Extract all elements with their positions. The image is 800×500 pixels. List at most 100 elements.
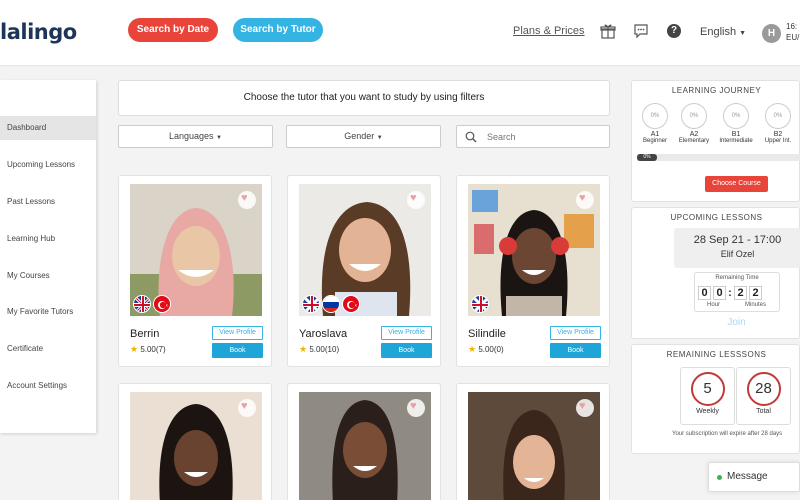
tutor-photo[interactable]: ♥	[299, 392, 431, 500]
rating-value: 5.00(0)	[478, 345, 504, 354]
time-text: 16:	[786, 22, 798, 31]
total-label: Total	[756, 408, 771, 415]
weekly-count: 5	[690, 372, 725, 406]
message-label: Message	[727, 471, 768, 482]
level-b2[interactable]: 0% B2 Upper Int.	[765, 103, 791, 144]
book-button[interactable]: Book	[381, 343, 432, 358]
sidebar-item-dashboard[interactable]: Dashboard	[0, 116, 96, 140]
level-code: B2	[773, 131, 783, 138]
sidebar-item-my-courses[interactable]: My Courses	[0, 264, 96, 288]
favorite-heart-icon[interactable]: ♥	[407, 399, 425, 417]
book-button[interactable]: Book	[550, 343, 601, 358]
join-link[interactable]: Join	[632, 317, 800, 328]
user-avatar[interactable]: H	[762, 24, 781, 43]
sidebar-item-account-settings[interactable]: Account Settings	[0, 374, 96, 398]
language-value: English	[700, 26, 737, 38]
total-count: 28	[746, 372, 781, 406]
favorite-heart-icon[interactable]: ♥	[576, 399, 594, 417]
user-time: 16: EU/	[786, 21, 799, 43]
uk-flag-icon	[133, 295, 151, 313]
sidebar-item-favorite-tutors[interactable]: My Favorite Tutors	[0, 300, 96, 324]
sidebar-item-upcoming-lessons[interactable]: Upcoming Lessons	[0, 153, 96, 177]
top-header: lalingo Search by Date Search by Tutor P…	[0, 0, 800, 66]
level-progress-ring: 0%	[642, 103, 668, 129]
plans-prices-link[interactable]: Plans & Prices	[513, 25, 585, 37]
russia-flag-icon	[322, 295, 340, 313]
tutor-rating: ★ 5.00(0)	[468, 344, 504, 355]
level-b1[interactable]: 0% B1 Intermediate	[719, 103, 753, 144]
favorite-heart-icon[interactable]: ♥	[238, 191, 256, 209]
online-status-dot	[717, 475, 722, 480]
digit: 2	[749, 286, 762, 300]
sidebar: Dashboard Upcoming Lessons Past Lessons …	[0, 80, 96, 433]
tutor-card: ♥ Yaroslava ★ 5.00(10) View Profile Book	[287, 175, 441, 367]
journey-progress-bar: 0%	[637, 154, 800, 161]
chat-icon[interactable]	[633, 23, 649, 39]
tutor-photo[interactable]: ♥	[130, 392, 262, 500]
tutor-card: ♥ Silindile ★ 5.00(0) View Profile Book	[456, 175, 610, 367]
language-flags	[471, 295, 489, 313]
favorite-heart-icon[interactable]: ♥	[238, 399, 256, 417]
view-profile-button[interactable]: View Profile	[381, 326, 432, 340]
search-by-tutor-button[interactable]: Search by Tutor	[233, 18, 323, 42]
countdown-digits: 0 0 : 2 2	[698, 286, 762, 300]
language-select[interactable]: English ▼	[700, 26, 746, 38]
upcoming-lesson-card[interactable]: 28 Sep 21 - 17:00 Elif Ozel	[674, 228, 800, 268]
message-widget[interactable]: Message	[708, 462, 800, 492]
level-name: Intermediate	[719, 138, 753, 144]
gender-dropdown[interactable]: Gender ▼	[286, 125, 441, 148]
tutor-card: ♥	[118, 383, 272, 500]
sidebar-item-past-lessons[interactable]: Past Lessons	[0, 190, 96, 214]
favorite-heart-icon[interactable]: ♥	[576, 191, 594, 209]
level-a1[interactable]: 0% A1 Beginner	[642, 103, 668, 144]
sidebar-item-certificate[interactable]: Certificate	[0, 337, 96, 361]
caret-down-icon: ▼	[739, 30, 747, 37]
level-code: A2	[689, 131, 699, 138]
remaining-time-box: Remaining Time 0 0 : 2 2 Hour Minutes	[694, 272, 780, 312]
panel-title: UPCOMING LESSONS	[670, 213, 763, 222]
book-button[interactable]: Book	[212, 343, 263, 358]
gift-icon[interactable]	[600, 23, 616, 39]
tutor-rating: ★ 5.00(10)	[299, 344, 339, 355]
sidebar-item-learning-hub[interactable]: Learning Hub	[0, 227, 96, 251]
level-progress-ring: 0%	[723, 103, 749, 129]
choose-course-button[interactable]: Choose Course	[705, 176, 768, 192]
search-icon	[465, 131, 477, 143]
subscription-expiry-text: Your subscription will expire after 28 d…	[672, 431, 783, 437]
view-profile-button[interactable]: View Profile	[550, 326, 601, 340]
minutes-label: Minutes	[745, 302, 767, 308]
rating-value: 5.00(10)	[309, 345, 340, 354]
tutor-photo[interactable]: ♥	[299, 184, 431, 316]
level-a2[interactable]: 0% A2 Elementary	[679, 103, 709, 144]
uk-flag-icon	[302, 295, 320, 313]
tutor-card: ♥ Berrin ★ 5.00(7) View Profile Book	[118, 175, 272, 367]
tutor-name: Silindile	[468, 328, 506, 340]
level-name: Elementary	[678, 138, 710, 144]
remaining-time-label: Remaining Time	[715, 275, 759, 281]
tutor-search	[456, 125, 610, 148]
total-remaining: 28 Total	[736, 367, 791, 425]
tutor-photo[interactable]: ♥	[130, 184, 262, 316]
tutor-rating: ★ 5.00(7)	[130, 344, 166, 355]
level-progress-ring: 0%	[765, 103, 791, 129]
weekly-label: Weekly	[696, 408, 719, 415]
brand-logo[interactable]: lalingo	[0, 20, 77, 44]
tutor-name: Yaroslava	[299, 328, 348, 340]
star-icon: ★	[299, 344, 308, 354]
tutor-photo[interactable]: ♥	[468, 184, 600, 316]
tutor-photo[interactable]: ♥	[468, 392, 600, 500]
view-profile-button[interactable]: View Profile	[212, 326, 263, 340]
timezone-text: EU/	[786, 33, 800, 42]
level-name: Beginner	[642, 138, 668, 144]
caret-down-icon: ▼	[216, 135, 222, 141]
progress-fill: 0%	[637, 154, 657, 161]
digit: 2	[734, 286, 747, 300]
lesson-datetime: 28 Sep 21 - 17:00	[693, 234, 782, 246]
languages-dropdown[interactable]: Languages ▼	[118, 125, 273, 148]
help-icon[interactable]: ?	[667, 24, 681, 38]
turkey-flag-icon	[342, 295, 360, 313]
rating-value: 5.00(7)	[140, 345, 166, 354]
favorite-heart-icon[interactable]: ♥	[407, 191, 425, 209]
search-by-date-button[interactable]: Search by Date	[128, 18, 218, 42]
search-input[interactable]	[487, 129, 602, 144]
